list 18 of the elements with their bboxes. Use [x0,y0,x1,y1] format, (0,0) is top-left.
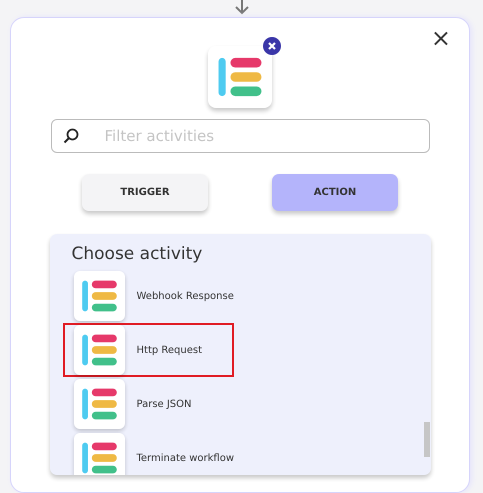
activity-label[interactable]: Parse JSON [136,398,192,410]
activity-label[interactable]: Webhook Response [136,290,234,302]
tab[interactable]: TRIGGER [82,174,208,211]
activity-icon[interactable] [74,433,124,475]
search-field[interactable]: Filter activities [50,119,430,153]
close-button[interactable]: × [430,26,451,50]
activity-label[interactable]: Http Request [136,344,202,356]
search-icon [62,128,78,144]
activity-icon[interactable] [74,325,124,375]
remove-icon[interactable] [263,37,281,55]
tab[interactable]: ACTION [272,174,398,211]
activity-label[interactable]: Terminate workflow [136,452,234,464]
scrollbar-thumb[interactable] [424,422,430,457]
app-logo-icon [208,46,272,108]
panel-title: Choose activity [72,244,204,264]
activity-icon[interactable] [74,379,124,429]
down-arrow-icon [234,0,248,15]
activity-icon[interactable] [74,271,124,321]
